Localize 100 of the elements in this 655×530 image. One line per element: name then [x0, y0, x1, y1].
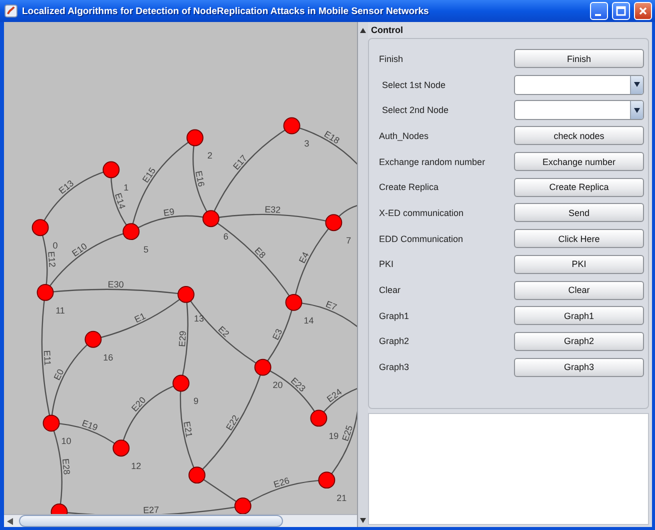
- edge-label: E21: [182, 420, 194, 438]
- node-label: 5: [144, 244, 149, 255]
- action-button[interactable]: Send: [514, 203, 644, 222]
- node-label: 2: [207, 150, 212, 161]
- graph-node: [318, 472, 336, 489]
- edge-label: E29: [177, 330, 188, 348]
- horizontal-scrollbar[interactable]: [4, 514, 357, 527]
- edge-label: E18: [322, 128, 342, 146]
- graph-node: [310, 410, 328, 427]
- edge-label: E25: [340, 424, 355, 442]
- dropdown-arrow-icon: [634, 82, 640, 88]
- node-label: 13: [194, 313, 204, 324]
- panel-title: Control: [370, 24, 404, 37]
- node-label: 3: [304, 138, 310, 149]
- edge-label: E8: [252, 245, 268, 260]
- edge-label: E28: [60, 458, 72, 475]
- control-label: Graph1: [379, 310, 410, 321]
- action-button[interactable]: Graph3: [514, 358, 644, 377]
- control-label: Finish: [379, 54, 404, 64]
- maximize-icon: [616, 6, 626, 16]
- edge-label: E0: [52, 367, 66, 382]
- close-icon: [638, 6, 648, 16]
- action-button[interactable]: Clear: [514, 280, 644, 300]
- graph-node: [283, 117, 300, 134]
- edge-label: E11: [42, 350, 53, 366]
- edge-label: E30: [108, 279, 124, 290]
- node-label: 19: [328, 431, 339, 442]
- node-dropdown[interactable]: [514, 74, 644, 95]
- edge-label: E23: [288, 376, 308, 394]
- minimize-icon: [595, 14, 601, 16]
- control-label: Graph2: [379, 336, 410, 346]
- node-label: 7: [346, 236, 352, 246]
- node-label: 20: [272, 380, 283, 390]
- graph-node: [172, 374, 190, 392]
- node-label: 14: [304, 315, 314, 326]
- close-button[interactable]: [634, 2, 652, 20]
- node-label: 10: [61, 436, 72, 446]
- node-label: 16: [103, 352, 114, 362]
- edge-label: E26: [272, 475, 291, 490]
- node-dropdown[interactable]: [514, 100, 644, 120]
- control-label: X-ED communication: [379, 208, 464, 218]
- maximize-button[interactable]: [612, 2, 630, 20]
- action-button[interactable]: Finish: [514, 49, 644, 68]
- graph-node: [234, 498, 252, 514]
- node-label: 9: [193, 396, 198, 406]
- graph-node: [325, 214, 342, 232]
- node-label: 1: [124, 182, 129, 193]
- graph-node: [186, 129, 204, 146]
- control-label: Auth_Nodes: [379, 130, 429, 141]
- control-label: Graph3: [379, 362, 410, 372]
- action-button[interactable]: Exchange number: [514, 152, 644, 172]
- graph-node: [285, 294, 302, 311]
- edge-label: E4: [296, 250, 311, 265]
- node-label: 12: [131, 461, 142, 472]
- edge-label: E16: [194, 170, 206, 188]
- graph-node: [102, 161, 120, 178]
- node-label: 21: [336, 493, 347, 504]
- graph-node: [36, 284, 54, 301]
- edge-label: E9: [162, 206, 176, 218]
- edge-label: E14: [112, 192, 128, 210]
- edge-label: E24: [324, 386, 344, 404]
- edge-label: E32: [264, 204, 281, 215]
- action-button[interactable]: Graph1: [514, 306, 644, 326]
- control-label: Exchange random number: [379, 156, 486, 167]
- node-label: 0: [52, 240, 58, 251]
- window-title: Localized Algorithms for Detection of NodeReplication Attacks in Mobile Sensor Networks: [22, 6, 430, 16]
- graph-node: [84, 330, 102, 348]
- graph-node: [112, 440, 130, 457]
- node-label: 11: [56, 305, 65, 316]
- graph-node: [122, 223, 140, 240]
- minimize-button[interactable]: [590, 2, 608, 20]
- control-label: Select 2nd Node: [381, 105, 449, 116]
- control-label: Create Replica: [379, 182, 439, 192]
- edge-label: E1: [132, 310, 148, 325]
- action-button[interactable]: Create Replica: [514, 178, 644, 197]
- graph-node: [254, 358, 272, 376]
- action-button[interactable]: PKI: [514, 254, 644, 274]
- edge-label: E27: [142, 504, 160, 514]
- scrollbar-thumb[interactable]: [19, 515, 283, 527]
- control-label: Clear: [379, 285, 401, 296]
- action-button[interactable]: Click Here: [514, 229, 644, 248]
- edge-label: E20: [130, 394, 148, 414]
- edge-label: E19: [80, 418, 100, 433]
- action-button[interactable]: check nodes: [514, 126, 644, 146]
- scroll-left-icon[interactable]: [7, 518, 13, 524]
- control-label: EDD Communication: [379, 234, 464, 244]
- node-label: 6: [223, 232, 228, 242]
- edge-label: E13: [56, 178, 76, 196]
- edge-label: E2: [216, 324, 232, 339]
- collapse-up-icon[interactable]: [360, 28, 366, 33]
- graph-node: [178, 286, 194, 303]
- collapse-down-icon[interactable]: [360, 518, 366, 523]
- graph-node: [188, 466, 206, 484]
- graph-node: [32, 219, 49, 236]
- edge-label: E10: [70, 241, 89, 258]
- edge-label: E7: [324, 299, 338, 312]
- graph-node: [202, 210, 220, 228]
- action-button[interactable]: Graph2: [514, 332, 644, 351]
- edge-label: E3: [270, 327, 284, 342]
- control-label: Select 1st Node: [381, 80, 446, 90]
